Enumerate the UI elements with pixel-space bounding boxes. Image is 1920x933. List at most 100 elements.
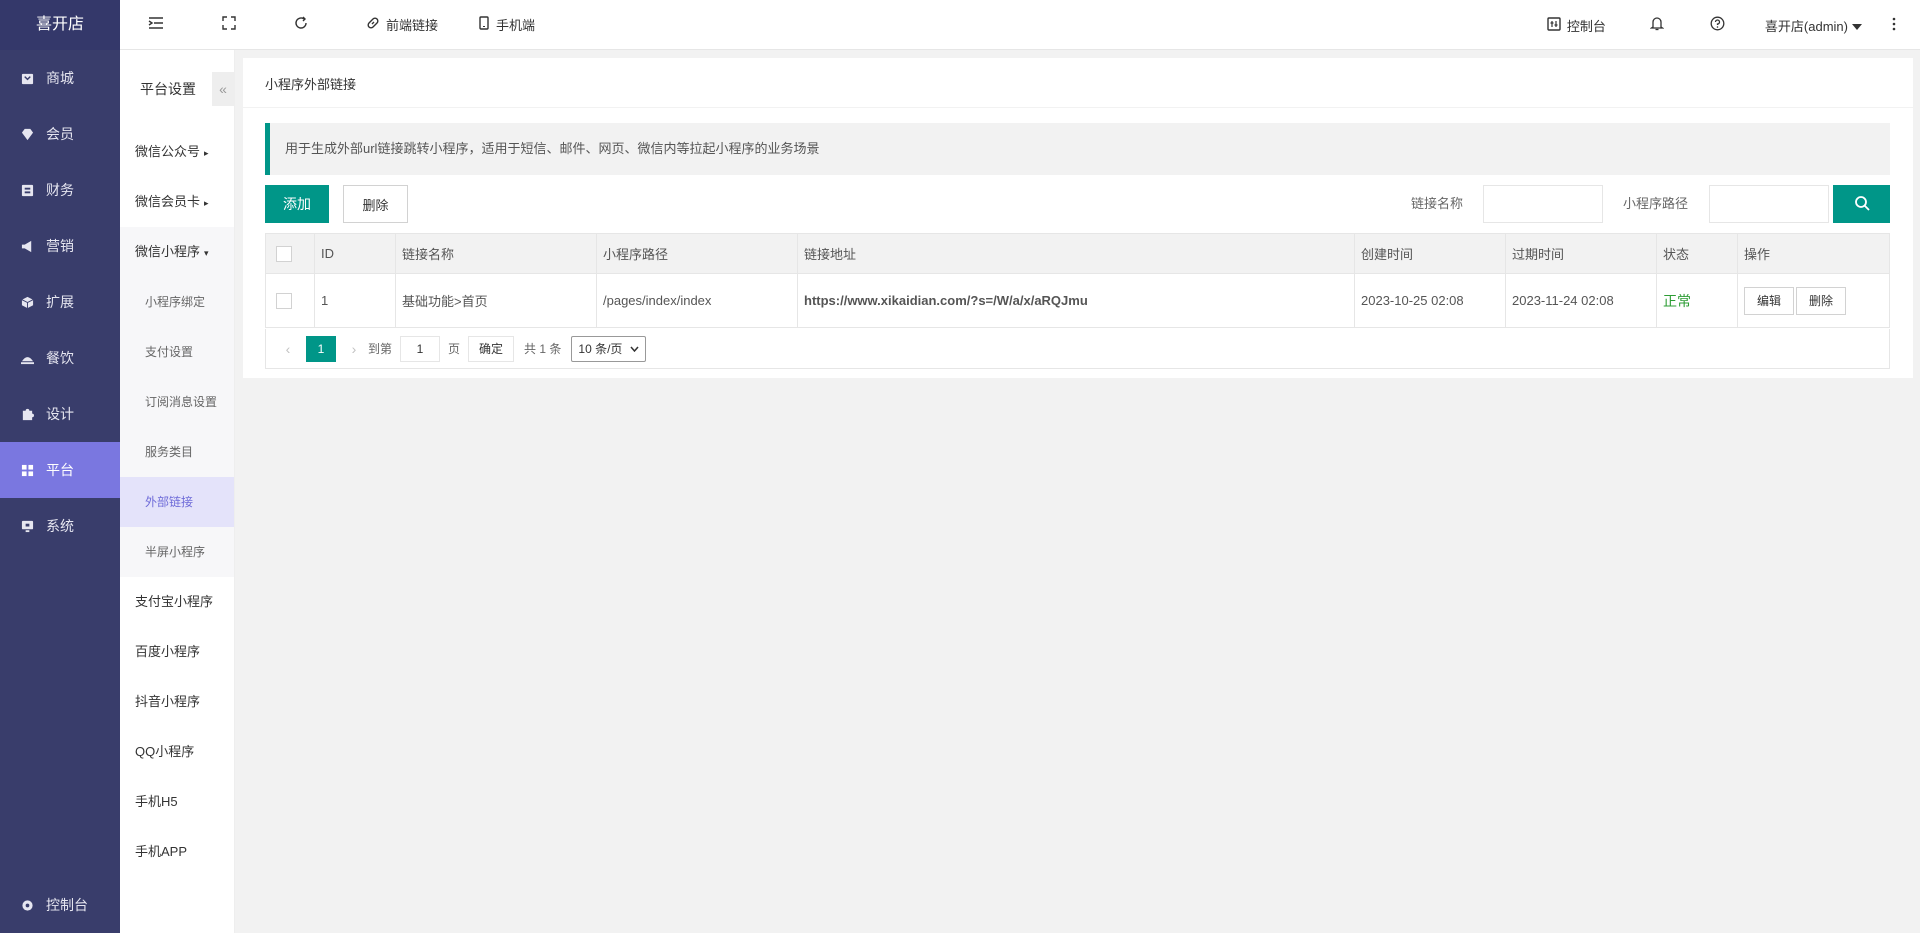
mobile-button[interactable]: 手机端 bbox=[454, 0, 551, 50]
filter-name-input[interactable] bbox=[1483, 185, 1603, 223]
sidebar-item-label: 控制台 bbox=[46, 897, 88, 913]
sidebar-item-label: 餐饮 bbox=[46, 350, 74, 366]
sidebar-item-design[interactable]: 设计 bbox=[0, 386, 120, 442]
confirm-page-button[interactable]: 确定 bbox=[468, 335, 515, 362]
table-header-row: ID 链接名称 小程序路径 链接地址 创建时间 过期时间 状态 操作 bbox=[265, 233, 1890, 274]
row-delete-button[interactable]: 删除 bbox=[1796, 286, 1847, 315]
table-row: 1 基础功能>首页 /pages/index/index https://www… bbox=[265, 273, 1890, 328]
submenu-title: 平台设置 bbox=[140, 80, 196, 97]
submenu-child-pay[interactable]: 支付设置 bbox=[120, 327, 234, 377]
notification-button[interactable] bbox=[1630, 0, 1690, 50]
help-icon bbox=[1710, 16, 1731, 34]
page-unit-label: 页 bbox=[448, 342, 461, 356]
submenu-item-wechat-official[interactable]: 微信公众号 ▸ bbox=[120, 127, 234, 177]
secondary-menu: 平台设置 « 微信公众号 ▸ 微信会员卡 ▸ 微信小程序 ▾ 小程序绑定 支付设置 订… bbox=[120, 50, 235, 933]
filter-path-input[interactable] bbox=[1709, 185, 1829, 223]
header-name: 链接名称 bbox=[395, 233, 597, 274]
submenu-item-baidu[interactable]: 百度小程序 bbox=[120, 627, 234, 677]
submenu-child-bind[interactable]: 小程序绑定 bbox=[120, 277, 234, 327]
console-button[interactable]: 控制台 bbox=[1531, 0, 1630, 50]
more-button[interactable] bbox=[1878, 0, 1920, 50]
bell-icon bbox=[1649, 16, 1670, 34]
current-page[interactable]: 1 bbox=[306, 335, 336, 362]
sidebar-item-finance[interactable]: 财务 bbox=[0, 162, 120, 218]
fullscreen-icon bbox=[222, 16, 242, 33]
header-status: 状态 bbox=[1656, 233, 1738, 274]
sidebar-item-marketing[interactable]: 营销 bbox=[0, 218, 120, 274]
sidebar-item-label: 财务 bbox=[46, 182, 74, 198]
submenu-item-label: 微信小程序 bbox=[135, 244, 201, 259]
sidebar-item-platform[interactable]: 平台 bbox=[0, 442, 120, 498]
submenu-child-subscribe[interactable]: 订阅消息设置 bbox=[120, 377, 234, 427]
caret-right-icon: ▸ bbox=[204, 148, 209, 158]
sidebar-item-label: 平台 bbox=[46, 462, 74, 478]
prev-page-icon[interactable]: ‹ bbox=[274, 341, 302, 357]
sidebar-item-catering[interactable]: 餐饮 bbox=[0, 330, 120, 386]
top-header: 前端链接 手机端 控制台 喜开店(admin) bbox=[120, 0, 1920, 50]
mobile-icon bbox=[478, 16, 496, 33]
select-chevron-icon bbox=[630, 346, 639, 352]
cell-path: /pages/index/index bbox=[596, 273, 798, 328]
submenu-item-wechat-card[interactable]: 微信会员卡 ▸ bbox=[120, 177, 234, 227]
sidebar-item-label: 系统 bbox=[46, 518, 74, 534]
delete-button[interactable]: 删除 bbox=[343, 185, 408, 223]
gear-icon bbox=[20, 898, 34, 912]
sidebar-item-extend[interactable]: 扩展 bbox=[0, 274, 120, 330]
goto-label: 到第 bbox=[368, 342, 393, 356]
menu-fold-icon bbox=[148, 16, 170, 33]
submenu-item-app[interactable]: 手机APP bbox=[120, 827, 234, 877]
per-page-value: 10 条/页 bbox=[578, 341, 623, 356]
frontend-link-label: 前端链接 bbox=[386, 18, 439, 33]
fullscreen-button[interactable] bbox=[186, 0, 258, 50]
row-checkbox[interactable] bbox=[276, 292, 292, 309]
submenu-item-h5[interactable]: 手机H5 bbox=[120, 777, 234, 827]
page-number-input[interactable]: 1 bbox=[400, 335, 441, 362]
monitor-icon bbox=[20, 519, 34, 533]
edit-button[interactable]: 编辑 bbox=[1744, 286, 1795, 315]
frontend-link-button[interactable]: 前端链接 bbox=[330, 0, 454, 50]
help-button[interactable] bbox=[1690, 0, 1751, 50]
cell-actions: 编辑 删除 bbox=[1737, 273, 1890, 328]
filter-name-label: 链接名称 bbox=[1411, 196, 1464, 211]
submenu-item-qq[interactable]: QQ小程序 bbox=[120, 727, 234, 777]
puzzle-icon bbox=[20, 407, 34, 421]
submenu-child-category[interactable]: 服务类目 bbox=[120, 427, 234, 477]
next-page-icon[interactable]: › bbox=[340, 341, 368, 357]
finance-icon bbox=[20, 183, 34, 197]
select-all-checkbox[interactable] bbox=[276, 245, 292, 262]
sidebar-item-console[interactable]: 控制台 bbox=[0, 877, 120, 933]
sidebar-item-member[interactable]: 会员 bbox=[0, 106, 120, 162]
submenu-item-alipay[interactable]: 支付宝小程序 bbox=[120, 577, 234, 627]
sidebar-item-shop[interactable]: 商城 bbox=[0, 50, 120, 106]
sidebar-item-system[interactable]: 系统 bbox=[0, 498, 120, 554]
header-path: 小程序路径 bbox=[596, 233, 798, 274]
page-title: 小程序外部链接 bbox=[243, 58, 1913, 108]
filter-path-label: 小程序路径 bbox=[1623, 196, 1689, 211]
submenu-item-wechat-mini[interactable]: 微信小程序 ▾ bbox=[120, 227, 234, 277]
per-page-select[interactable]: 10 条/页 bbox=[571, 335, 647, 362]
sidebar-item-label: 扩展 bbox=[46, 294, 74, 310]
refresh-button[interactable] bbox=[258, 0, 330, 50]
cube-icon bbox=[20, 295, 34, 309]
megaphone-icon bbox=[20, 239, 34, 253]
collapse-menu-button[interactable]: « bbox=[212, 72, 234, 106]
submenu-item-douyin[interactable]: 抖音小程序 bbox=[120, 677, 234, 727]
sidebar-item-label: 设计 bbox=[46, 406, 74, 422]
info-tip: 用于生成外部url链接跳转小程序，适用于短信、邮件、网页、微信内等拉起小程序的业… bbox=[265, 123, 1890, 175]
gem-icon bbox=[20, 127, 34, 141]
submenu-child-external-link[interactable]: 外部链接 bbox=[120, 477, 234, 527]
primary-sidebar: 喜开店 商城 会员 财务 营销 扩展 餐饮 设计 平台 系统 控制台 bbox=[0, 0, 120, 933]
brand-logo[interactable]: 喜开店 bbox=[0, 0, 120, 50]
sidebar-item-label: 商城 bbox=[46, 70, 74, 86]
main-panel: 小程序外部链接 用于生成外部url链接跳转小程序，适用于短信、邮件、网页、微信内… bbox=[243, 58, 1913, 378]
menu-toggle-button[interactable] bbox=[120, 0, 186, 50]
status-badge: 正常 bbox=[1663, 292, 1691, 309]
user-menu[interactable]: 喜开店(admin) bbox=[1751, 0, 1878, 50]
add-button[interactable]: 添加 bbox=[265, 185, 329, 223]
search-button[interactable] bbox=[1833, 185, 1890, 223]
console-icon bbox=[1547, 16, 1567, 34]
header-actions: 操作 bbox=[1737, 233, 1890, 274]
submenu-child-half-screen[interactable]: 半屏小程序 bbox=[120, 527, 234, 577]
caret-down-icon: ▾ bbox=[204, 248, 209, 258]
cell-name: 基础功能>首页 bbox=[395, 273, 597, 328]
